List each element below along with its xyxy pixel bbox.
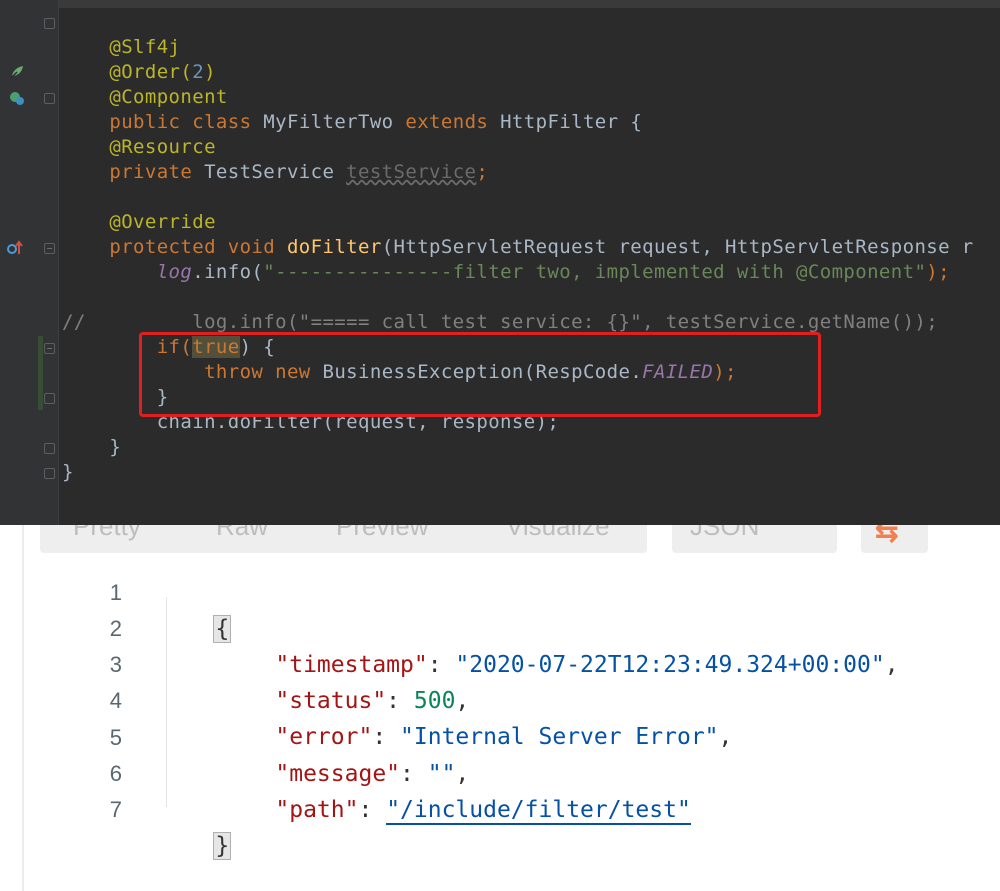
json-line[interactable]: "error": "Internal Server Error", [220,683,732,750]
method-call: .info( [192,261,264,283]
json-key: "path" [275,797,359,823]
wrap-lines-icon: ⇆ [875,525,899,547]
json-line[interactable]: { [158,575,232,643]
close-brace: } [62,461,74,483]
fold-marker[interactable] [44,243,55,254]
line-number: 4 [109,688,122,713]
tab-preview[interactable]: Preview [336,525,428,542]
superclass-name: HttpFilter { [500,111,643,133]
format-select[interactable]: JSON [672,525,837,553]
line-number: 2 [109,616,122,641]
override-method-icon[interactable] [7,240,23,256]
fold-marker[interactable] [44,93,55,104]
json-line[interactable]: } [158,792,232,860]
fold-marker[interactable] [44,468,55,479]
format-label: JSON [690,525,760,541]
unused-field[interactable]: testService [346,161,476,183]
line-number: 6 [109,761,122,786]
code-line[interactable]: @Order(2) [62,35,216,83]
type-name: TestService [204,161,335,183]
code-line[interactable]: protected void doFilter(HttpServletReque… [62,235,974,260]
json-line[interactable]: "message": "", [220,720,469,787]
view-mode-tabs: Pretty Raw Preview Visualize [40,525,647,553]
wrap-lines-button[interactable]: ⇆ [861,525,928,553]
keyword: void [227,236,276,258]
code-line[interactable]: } [62,460,74,485]
keyword: extends [405,111,489,133]
fold-marker[interactable] [44,393,55,404]
editor-top-bar [0,0,1000,8]
method-params: (HttpServletRequest request, HttpServlet… [381,236,974,258]
keyword: class [192,111,252,133]
code-line[interactable]: private TestService testService; [62,160,488,185]
keyword: protected [109,236,216,258]
tab-visualize[interactable]: Visualize [506,525,610,542]
log-field: log [156,261,193,283]
json-link-value[interactable]: "/include/filter/test" [386,797,691,825]
code-line[interactable]: log.info("---------------filter two, imp… [62,260,950,285]
code-line[interactable]: public class MyFilterTwo extends HttpFil… [62,85,642,133]
code-line[interactable]: @Override [62,210,216,235]
code-editor[interactable]: @Slf4j @Order(2) @Component public class… [0,0,1000,525]
code-line[interactable]: @Component [62,60,228,108]
semicolon: ; [476,161,489,183]
json-line[interactable]: "path": "/include/filter/test" [220,756,691,825]
json-line[interactable]: "status": 500, [220,647,469,714]
statement-end: ); [926,261,950,283]
keyword: private [109,161,193,183]
close-brace: } [109,436,122,458]
line-number: 5 [109,725,122,750]
line-number: 7 [109,797,122,822]
line-number: 1 [109,580,122,605]
class-name: MyFilterTwo [263,111,394,133]
vcs-change-marker[interactable] [38,336,43,410]
close-brace: } [213,832,232,860]
fold-marker[interactable] [44,443,55,454]
class-hierarchy-icon[interactable] [9,90,25,106]
viewer-left-border [22,525,24,891]
tab-raw[interactable]: Raw [216,525,268,542]
json-line[interactable]: "timestamp": "2020-07-22T12:23:49.324+00… [220,611,898,678]
fold-marker[interactable] [44,343,55,354]
spring-bean-icon[interactable] [9,64,25,80]
code-line[interactable]: @Resource [62,135,216,160]
annotation: @Resource [109,136,216,158]
response-viewer: Pretty Raw Preview Visualize JSON ⇆ 1 2 … [0,525,1000,891]
json-string-value: "2020-07-22T12:23:49.324+00:00" [455,652,885,678]
method-name: doFilter [286,236,382,258]
code-line[interactable]: } [62,435,121,460]
annotation: @Override [109,211,216,233]
string-literal: "---------------filter two, implemented … [263,261,927,283]
code-line[interactable]: @Slf4j [62,10,180,58]
keyword: public [109,111,181,133]
highlight-box [139,332,821,417]
gutter-separator [58,0,59,525]
tab-pretty[interactable]: Pretty [73,525,141,542]
line-number: 3 [109,652,122,677]
fold-marker[interactable] [44,18,55,29]
